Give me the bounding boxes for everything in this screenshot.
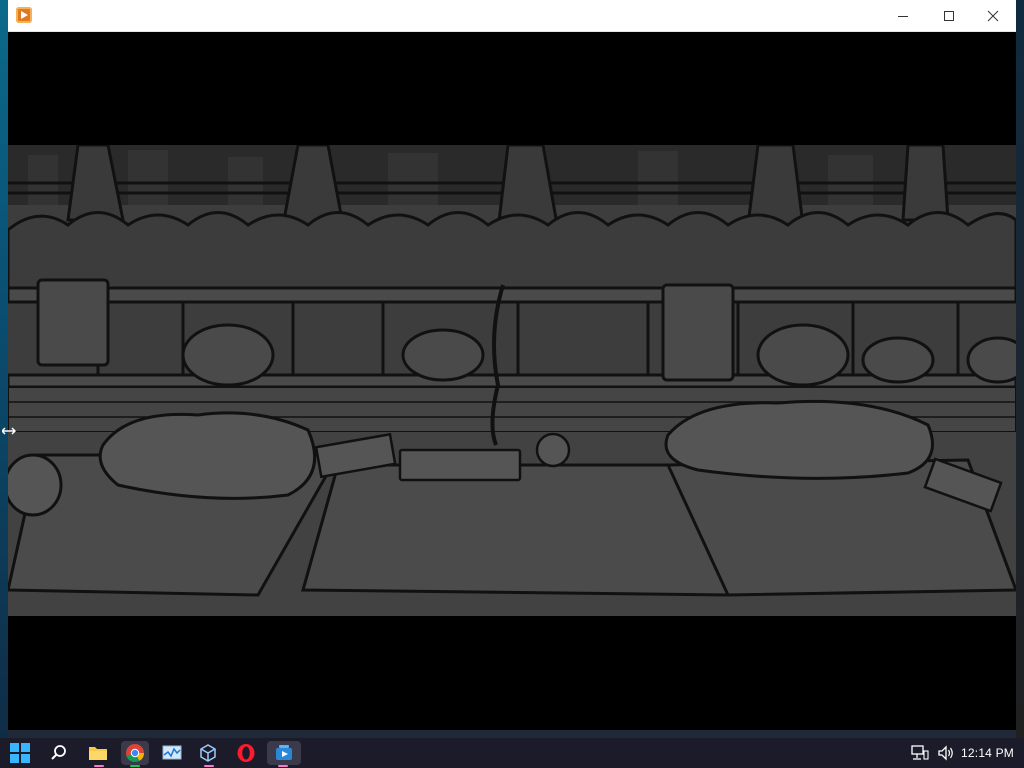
desktop-background-right (1016, 0, 1024, 740)
taskbar-running-indicator (94, 765, 104, 767)
street-scene-illustration (8, 145, 1016, 616)
media-app-icon (276, 745, 292, 760)
media-player-icon (16, 7, 32, 23)
desktop-background-left (0, 0, 8, 740)
volume-icon[interactable] (937, 745, 955, 761)
close-icon (987, 10, 999, 21)
title-bar[interactable] (8, 0, 1016, 32)
chrome-button[interactable] (121, 741, 149, 767)
opera-icon (237, 744, 255, 762)
chrome-icon (126, 744, 144, 763)
taskbar-running-indicator (130, 765, 140, 767)
taskbar: 12:14 PM (0, 738, 1024, 768)
taskbar-running-indicator (278, 765, 288, 767)
file-explorer-button[interactable] (86, 741, 110, 767)
opera-button[interactable] (234, 741, 258, 765)
system-tray: 12:14 PM (911, 738, 1024, 768)
search-button[interactable] (47, 741, 71, 765)
taskbar-running-indicator (204, 765, 214, 767)
close-button[interactable] (970, 0, 1016, 31)
search-icon (51, 745, 66, 760)
minimize-button[interactable] (880, 0, 926, 31)
media-player-window (8, 0, 1016, 730)
minimize-icon (898, 15, 908, 17)
start-button[interactable] (8, 741, 32, 765)
performance-monitor-icon (162, 745, 182, 760)
video-frame[interactable] (8, 145, 1016, 616)
mouse-cursor-icon (0, 423, 17, 441)
performance-monitor-button[interactable] (160, 741, 184, 765)
windows-logo-icon (10, 743, 30, 763)
media-app-button[interactable] (267, 741, 301, 767)
folder-icon (89, 747, 107, 760)
cube-app-button[interactable] (196, 741, 220, 767)
taskbar-clock[interactable]: 12:14 PM (961, 746, 1014, 760)
maximize-icon (944, 10, 954, 21)
network-icon[interactable] (911, 745, 929, 761)
cube-icon (200, 744, 216, 762)
maximize-button[interactable] (926, 0, 972, 31)
